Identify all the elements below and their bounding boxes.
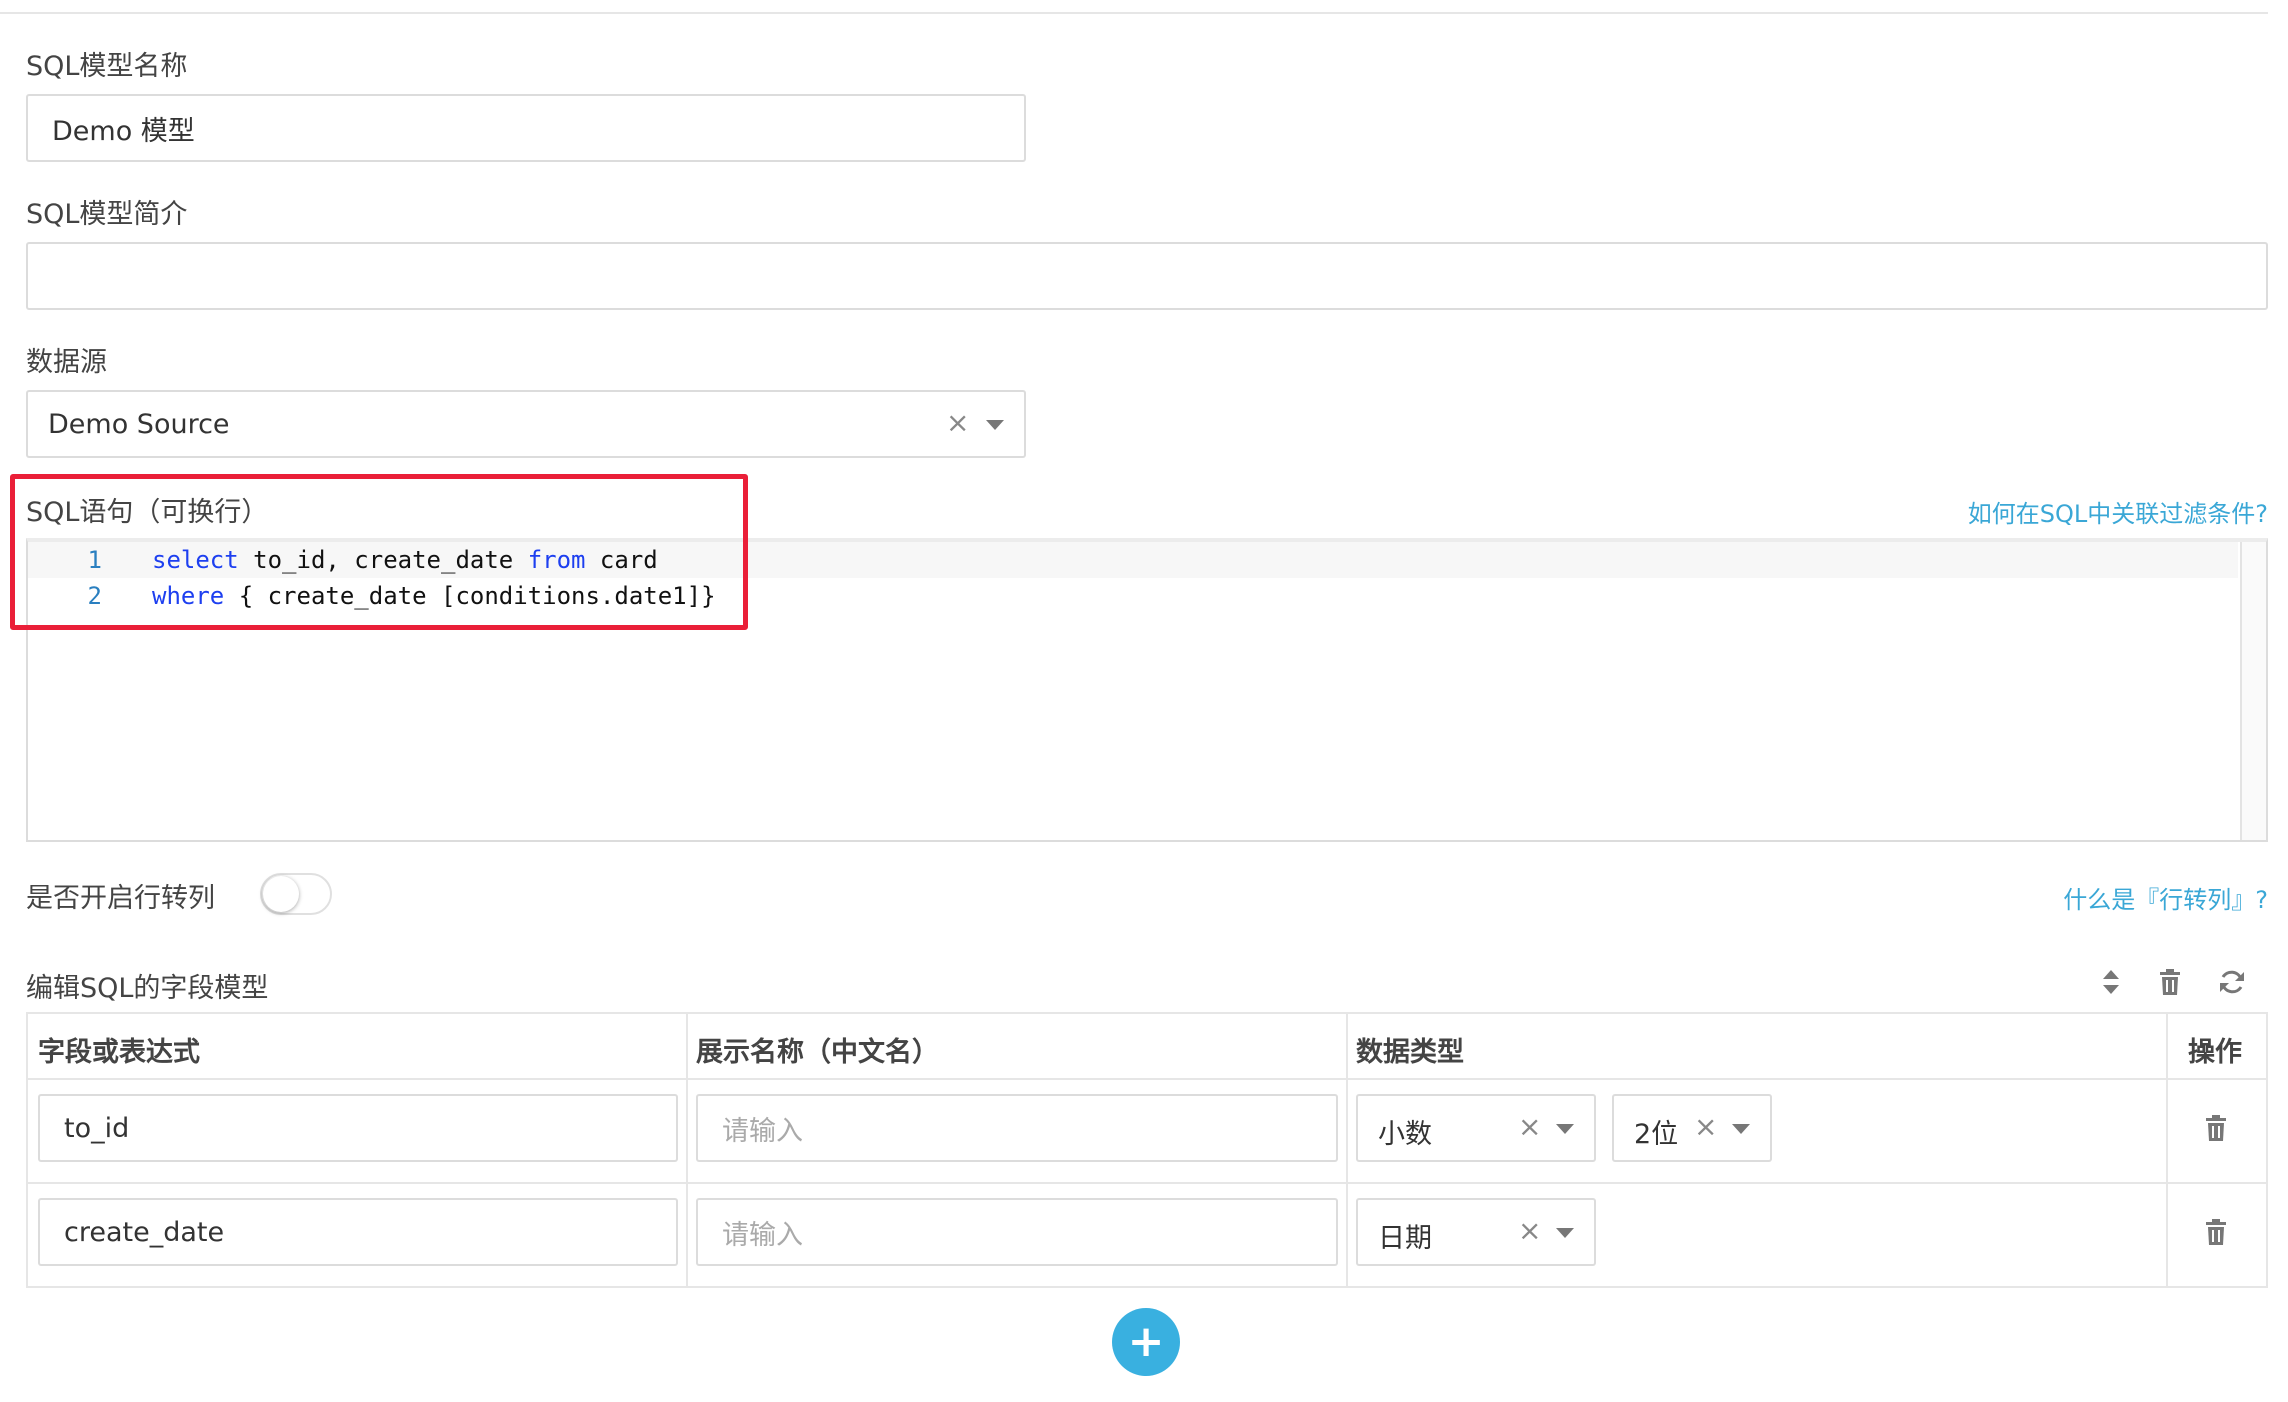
sql-help-link[interactable]: 如何在SQL中关联过滤条件? [1968,494,2268,529]
field-table: 字段或表达式 展示名称（中文名） 数据类型 操作 to_id 请输入 小数 × … [26,1012,2268,1288]
pivot-help-link[interactable]: 什么是『行转列』? [2063,880,2268,915]
datasource-chevron-down-icon[interactable] [986,420,1004,430]
display-name-input[interactable]: 请输入 [696,1094,1338,1162]
column-divider [1346,1014,1348,1286]
pivot-label: 是否开启行转列 [26,883,215,914]
highlight-annotation-box [10,474,748,630]
editor-scrollbar[interactable] [2240,542,2266,840]
field-input[interactable]: to_id [38,1094,678,1162]
data-type-value: 日期 [1378,1223,1432,1254]
data-type-select[interactable]: 小数 × [1356,1094,1596,1162]
top-divider [0,12,2268,14]
display-name-input[interactable]: 请输入 [696,1198,1338,1266]
row-delete-trash-icon[interactable] [2204,1114,2228,1142]
column-divider [2166,1014,2168,1286]
refresh-icon[interactable] [2218,968,2246,996]
datasource-clear-icon[interactable]: × [946,406,969,439]
trash-icon[interactable] [2158,968,2182,996]
plus-icon: + [1127,1316,1165,1367]
display-name-placeholder: 请输入 [722,1219,803,1251]
model-name-label: SQL模型名称 [26,51,188,82]
model-name-value: Demo 模型 [52,115,195,147]
data-type-clear-icon[interactable]: × [1518,1110,1541,1143]
field-value: create_date [64,1216,225,1248]
sort-icon[interactable] [2100,968,2122,996]
column-header-field: 字段或表达式 [38,1037,200,1068]
row-delete-trash-icon[interactable] [2204,1218,2228,1246]
data-type-chevron-down-icon[interactable] [1556,1124,1574,1134]
data-type-chevron-down-icon[interactable] [1556,1228,1574,1238]
display-name-placeholder: 请输入 [722,1115,803,1147]
datasource-label: 数据源 [26,347,107,378]
pivot-toggle[interactable] [260,873,332,915]
precision-value: 2位 [1634,1119,1679,1150]
column-header-actions: 操作 [2188,1037,2242,1068]
precision-chevron-down-icon[interactable] [1732,1124,1750,1134]
precision-clear-icon[interactable]: × [1694,1110,1717,1143]
field-value: to_id [64,1112,130,1144]
column-header-display-name: 展示名称（中文名） [696,1037,939,1068]
field-model-title: 编辑SQL的字段模型 [26,973,269,1004]
model-desc-input[interactable] [26,242,2268,310]
toggle-knob [263,876,299,912]
column-divider [686,1014,688,1286]
add-field-button[interactable]: + [1112,1308,1180,1376]
data-type-clear-icon[interactable]: × [1518,1214,1541,1247]
model-name-input[interactable]: Demo 模型 [26,94,1026,162]
model-desc-label: SQL模型简介 [26,199,188,230]
precision-select[interactable]: 2位 × [1612,1094,1772,1162]
data-type-select[interactable]: 日期 × [1356,1198,1596,1266]
datasource-value: Demo Source [48,408,230,440]
datasource-select[interactable]: Demo Source × [26,390,1026,458]
column-header-data-type: 数据类型 [1356,1037,1464,1068]
row-divider [28,1182,2266,1184]
data-type-value: 小数 [1378,1119,1432,1150]
header-divider [28,1078,2266,1080]
field-input[interactable]: create_date [38,1198,678,1266]
